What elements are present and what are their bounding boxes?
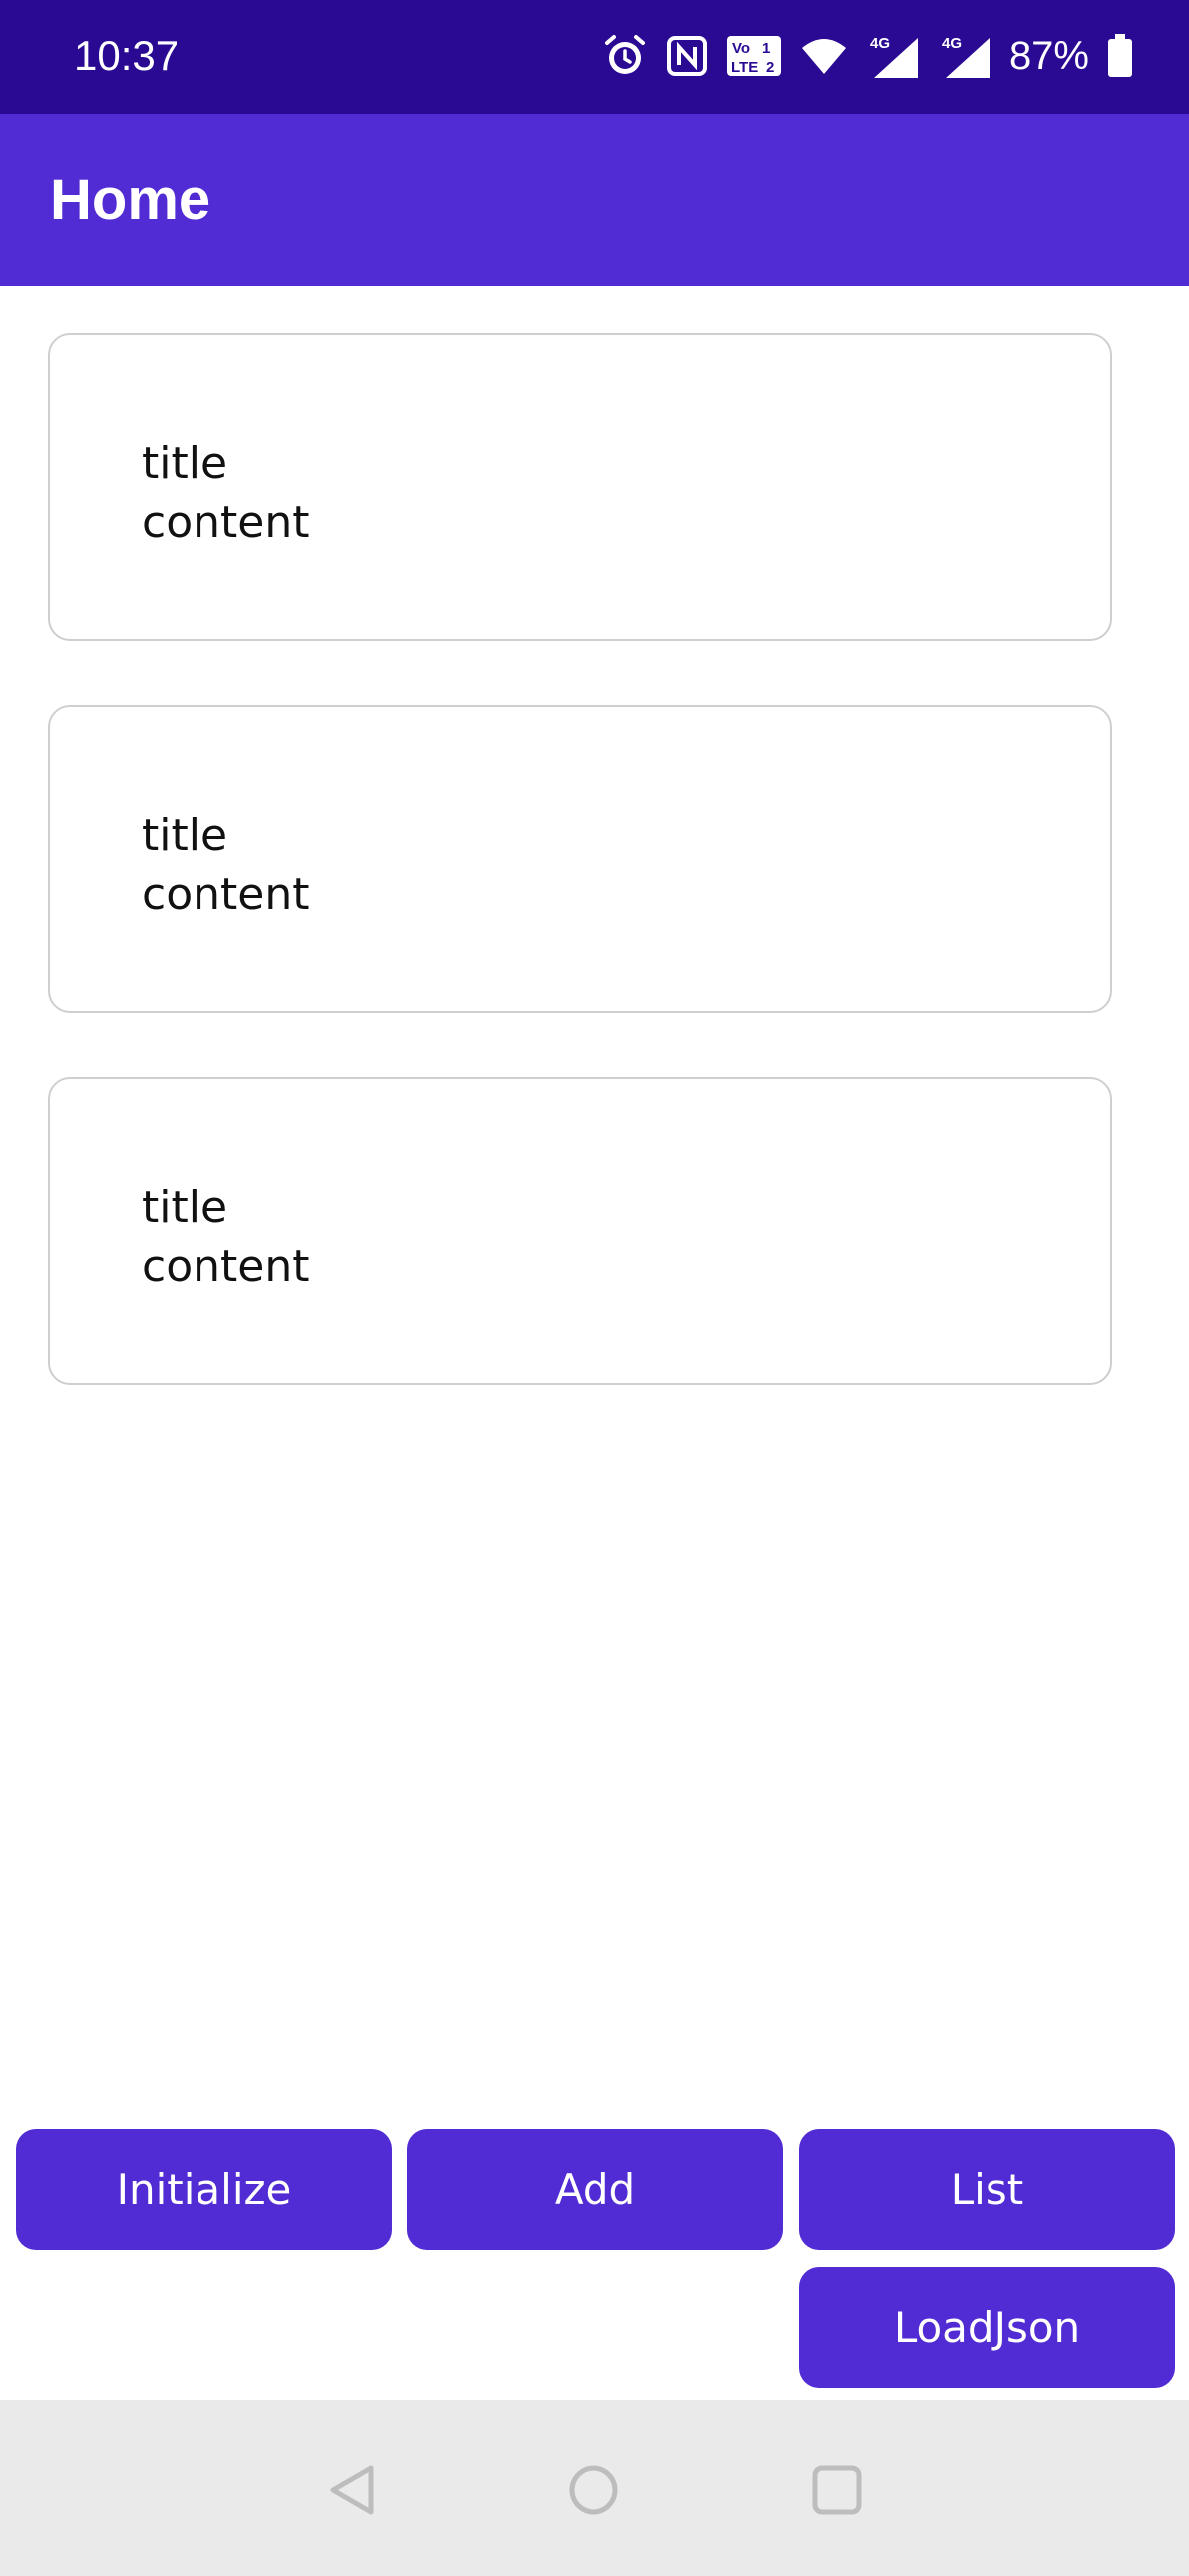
- card-content: content: [142, 1241, 310, 1291]
- list-button[interactable]: List: [799, 2129, 1175, 2250]
- battery-icon: [1107, 34, 1133, 78]
- network-label-1: 4G: [870, 35, 890, 52]
- signal-4g-icon: 4G: [938, 34, 991, 78]
- nfc-icon: [666, 35, 708, 77]
- navigation-bar: [0, 2400, 1189, 2576]
- page-title: Home: [50, 168, 211, 232]
- card-content: content: [142, 497, 310, 548]
- card-content: content: [142, 869, 310, 920]
- alarm-icon: [602, 33, 648, 79]
- battery-percent: 87%: [1008, 34, 1089, 78]
- card-title: title: [142, 810, 228, 861]
- back-icon[interactable]: [313, 2450, 393, 2530]
- list-item[interactable]: title content: [48, 333, 1112, 641]
- svg-text:Vo: Vo: [732, 40, 750, 57]
- svg-text:1: 1: [762, 40, 770, 57]
- network-label-2: 4G: [942, 35, 962, 52]
- status-icons: Vo 1 LTE 2 4G 4G 87%: [602, 28, 1133, 84]
- load-json-button[interactable]: LoadJson: [799, 2267, 1175, 2388]
- status-time: 10:37: [74, 32, 180, 79]
- add-button[interactable]: Add: [407, 2129, 783, 2250]
- card-title: title: [142, 438, 228, 489]
- app-bar: Home: [0, 114, 1189, 286]
- recents-icon[interactable]: [797, 2450, 877, 2530]
- signal-4g-icon: 4G: [866, 34, 920, 78]
- volte-icon: Vo 1 LTE 2: [726, 35, 782, 77]
- home-icon[interactable]: [554, 2450, 633, 2530]
- status-bar: 10:37 Vo 1 LTE 2 4G 4G 87%: [0, 0, 1189, 114]
- card-title: title: [142, 1182, 228, 1233]
- wifi-icon: [800, 36, 848, 76]
- initialize-button[interactable]: Initialize: [16, 2129, 392, 2250]
- svg-text:2: 2: [766, 59, 774, 76]
- list-item[interactable]: title content: [48, 1077, 1112, 1385]
- list-item[interactable]: title content: [48, 705, 1112, 1013]
- volte-label: LTE: [731, 59, 758, 76]
